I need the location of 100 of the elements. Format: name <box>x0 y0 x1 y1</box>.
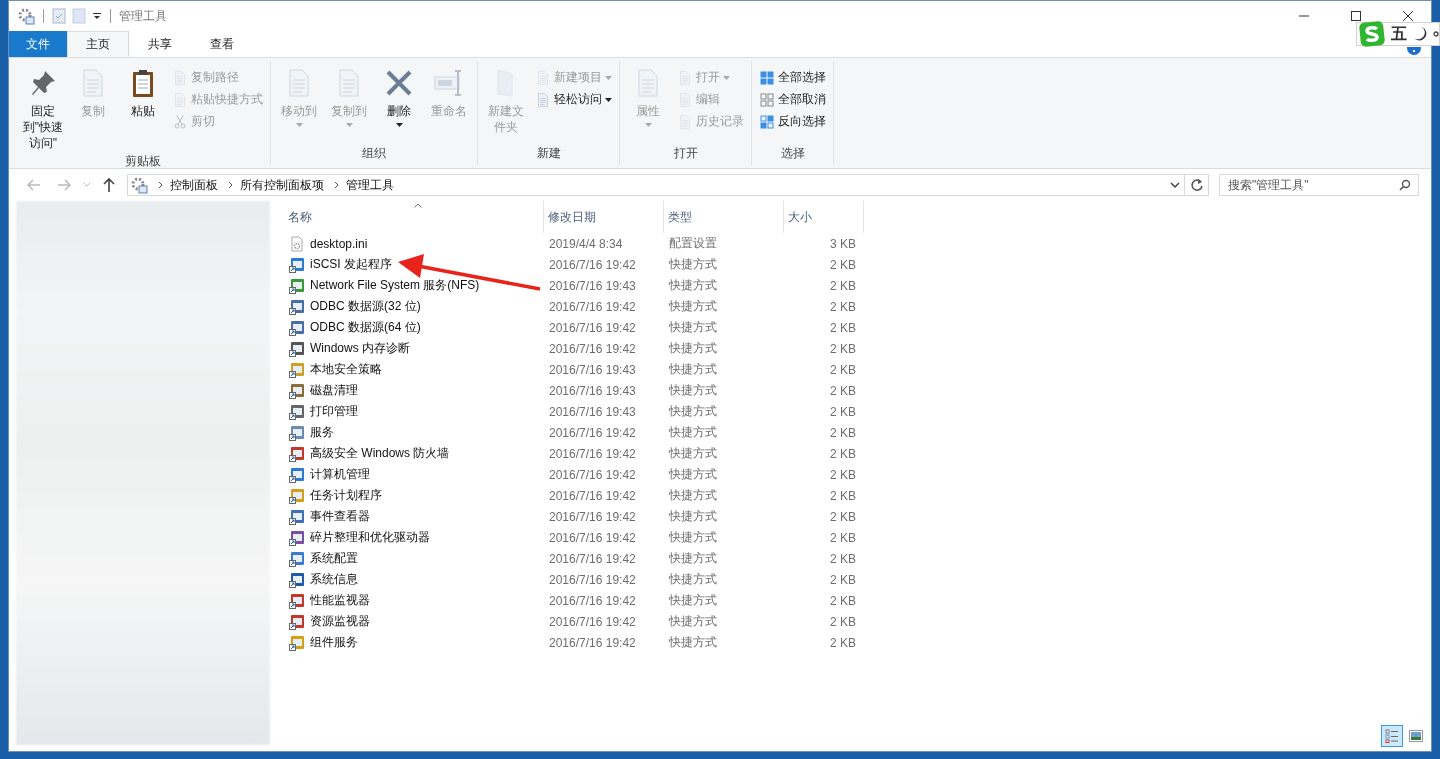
file-name[interactable]: 高级安全 Windows 防火墙 <box>310 445 450 462</box>
file-name[interactable]: 本地安全策略 <box>310 361 382 378</box>
group-label: 组织 <box>361 145 387 162</box>
details-view-button[interactable] <box>1381 725 1403 747</box>
help-icon[interactable] <box>1407 47 1421 55</box>
file-type: 快捷方式 <box>668 445 718 462</box>
file-size: 2 KB <box>829 404 857 419</box>
shortcut-icon <box>289 571 305 588</box>
file-type: 快捷方式 <box>668 550 718 567</box>
input-method-logo-icon[interactable] <box>1359 21 1385 47</box>
column-header[interactable]: 名称 <box>284 201 544 233</box>
shortcut-icon <box>289 529 305 546</box>
dropdown-icon[interactable] <box>1170 181 1180 189</box>
address-field[interactable]: 控制面板 所有控制面板项 管理工具 <box>127 174 1185 196</box>
file-name[interactable]: 系统信息 <box>310 571 358 588</box>
breadcrumb[interactable]: 管理工具 <box>346 176 394 194</box>
shortcut-icon <box>289 424 305 441</box>
shortcut-icon <box>289 550 305 567</box>
modified-date: 2016/7/16 19:42 <box>548 425 637 440</box>
shortcut-icon <box>289 277 305 294</box>
ribbon-tab[interactable]: 查看 <box>191 31 253 57</box>
file-name[interactable]: 碎片整理和优化驱动器 <box>310 529 430 546</box>
dot-icon[interactable] <box>1433 31 1439 37</box>
file-name[interactable]: 组件服务 <box>310 634 358 651</box>
close-icon <box>1402 10 1414 22</box>
file-name[interactable]: ODBC 数据源(32 位) <box>310 298 421 315</box>
file-name[interactable]: 服务 <box>310 424 334 441</box>
ribbon-tab[interactable]: 共享 <box>129 31 191 57</box>
file-type: 快捷方式 <box>668 529 718 546</box>
file-name[interactable]: 任务计划程序 <box>310 487 382 504</box>
file-type: 快捷方式 <box>668 466 718 483</box>
file-size: 2 KB <box>829 635 857 650</box>
file-size: 2 KB <box>829 551 857 566</box>
shortcut-icon <box>289 298 305 315</box>
file-type: 快捷方式 <box>668 613 718 630</box>
file-type: 快捷方式 <box>668 508 718 525</box>
moon-icon[interactable] <box>1413 26 1427 42</box>
ribbon-button[interactable]: 删除 <box>375 65 423 145</box>
file-name[interactable]: Windows 内存诊断 <box>310 340 410 357</box>
ribbon-small-button[interactable]: 轻松访问 <box>532 89 615 110</box>
column-header[interactable]: 修改日期 <box>544 201 664 233</box>
input-mode[interactable]: 五 <box>1391 23 1407 45</box>
ribbon-button[interactable]: 固定到"快速访问" <box>19 65 67 153</box>
file-size: 2 KB <box>829 341 857 356</box>
modified-date: 2016/7/16 19:42 <box>548 509 637 524</box>
breadcrumb[interactable]: 控制面板 <box>170 176 218 194</box>
ribbon-tab[interactable]: 文件 <box>9 31 67 57</box>
chevron-icon[interactable] <box>334 181 340 189</box>
search-field[interactable]: 搜索"管理工具" <box>1219 174 1419 196</box>
file-size: 2 KB <box>829 572 857 587</box>
file-size: 2 KB <box>829 446 857 461</box>
search-icon[interactable] <box>1399 179 1411 191</box>
up-icon[interactable] <box>102 177 116 193</box>
file-name[interactable]: 磁盘清理 <box>310 382 358 399</box>
caret-icon[interactable] <box>92 11 102 21</box>
shortcut-icon <box>289 319 305 336</box>
file-size: 2 KB <box>829 614 857 629</box>
modified-date: 2016/7/16 19:43 <box>548 278 637 293</box>
shortcut-icon <box>289 634 305 651</box>
file-name[interactable]: desktop.ini <box>310 236 368 251</box>
breadcrumb[interactable]: 所有控制面板项 <box>240 176 324 194</box>
file-type: 快捷方式 <box>668 256 718 273</box>
refresh-icon <box>1189 178 1204 192</box>
document-icon <box>535 91 551 108</box>
landscape-thumbnail-icon <box>1409 730 1423 742</box>
file-name[interactable]: 打印管理 <box>310 403 358 420</box>
column-header[interactable]: 大小 <box>784 201 864 233</box>
shortcut-icon <box>289 508 305 525</box>
modified-date: 2016/7/16 19:42 <box>548 572 637 587</box>
chevron-icon[interactable] <box>228 181 234 189</box>
file-type: 配置设置 <box>668 235 718 252</box>
ribbon-small-button[interactable]: 全部取消 <box>756 89 829 110</box>
shortcut-icon <box>289 361 305 378</box>
file-name[interactable]: Network File System 服务(NFS) <box>310 277 480 294</box>
file-name[interactable]: 计算机管理 <box>310 466 370 483</box>
file-size: 2 KB <box>829 467 857 482</box>
shortcut-icon <box>289 256 305 273</box>
file-name[interactable]: ODBC 数据源(64 位) <box>310 319 421 336</box>
file-size: 2 KB <box>829 257 857 272</box>
file-name[interactable]: 事件查看器 <box>310 508 370 525</box>
ribbon-button[interactable]: 粘贴 <box>119 65 167 153</box>
ribbon-small-button[interactable]: 反向选择 <box>756 111 829 132</box>
refresh-button[interactable] <box>1185 174 1209 196</box>
file-size: 2 KB <box>829 509 857 524</box>
file-type: 快捷方式 <box>668 382 718 399</box>
details-list-icon <box>1385 729 1399 743</box>
shortcut-icon <box>289 340 305 357</box>
control-panel-icon <box>130 176 148 194</box>
column-header[interactable]: 类型 <box>664 201 784 233</box>
file-type: 快捷方式 <box>668 298 718 315</box>
shortcut-icon <box>289 445 305 462</box>
file-name[interactable]: 性能监视器 <box>310 592 370 609</box>
file-name[interactable]: iSCSI 发起程序 <box>310 256 392 273</box>
ribbon-small-button[interactable]: 全部选择 <box>756 67 829 88</box>
file-type: 快捷方式 <box>668 403 718 420</box>
chevron-icon[interactable] <box>158 181 164 189</box>
file-name[interactable]: 系统配置 <box>310 550 358 567</box>
file-name[interactable]: 资源监视器 <box>310 613 370 630</box>
modified-date: 2016/7/16 19:42 <box>548 530 637 545</box>
ribbon-tab[interactable]: 主页 <box>67 31 129 57</box>
